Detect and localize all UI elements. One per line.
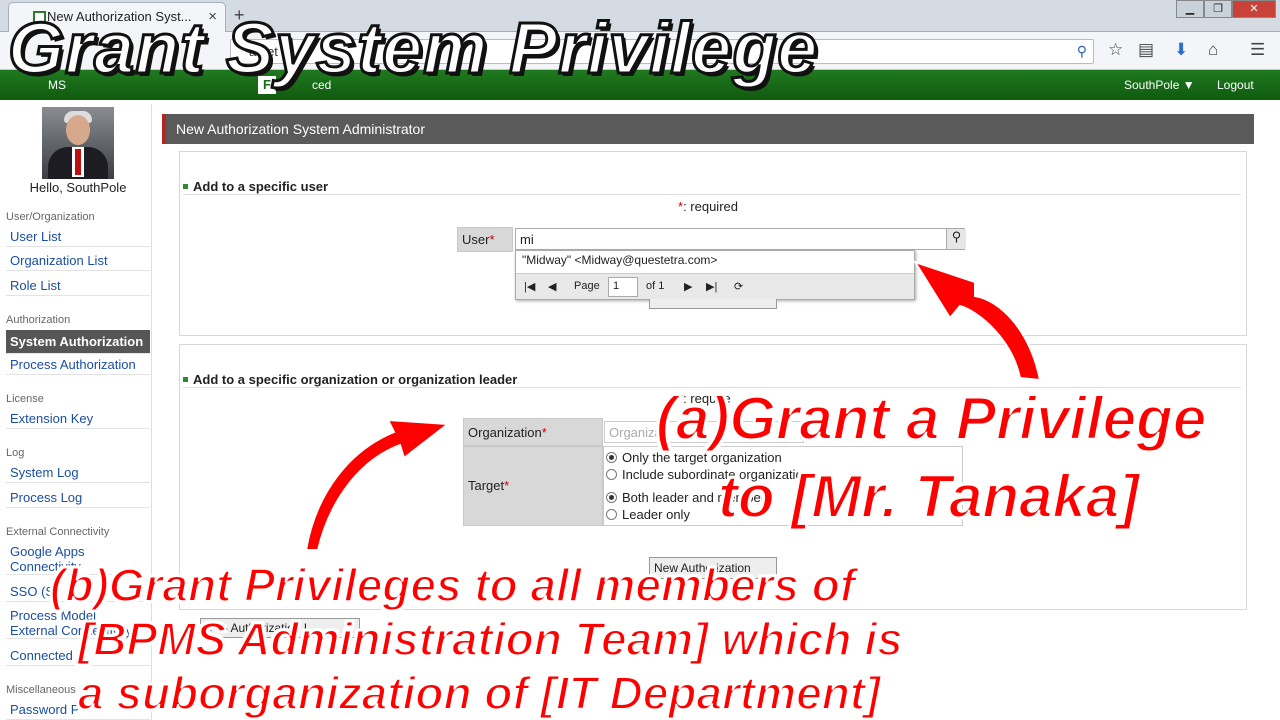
annotation-a-line2: to [Mr. Tanaka]: [717, 462, 1140, 531]
overlay-title: Grant System Privilege: [6, 8, 819, 91]
annotation-b-line3: a suborganization of [IT Department]: [77, 666, 881, 720]
arrow-a: [912, 260, 1042, 382]
annotation-a-line1: (a)Grant a Privilege: [655, 384, 1207, 453]
annotation-b-line1: (b)Grant Privileges to all members of: [49, 558, 856, 612]
annotation-b-line2: [BPMS Administration Team] which is: [77, 612, 904, 666]
arrow-b: [304, 418, 451, 551]
